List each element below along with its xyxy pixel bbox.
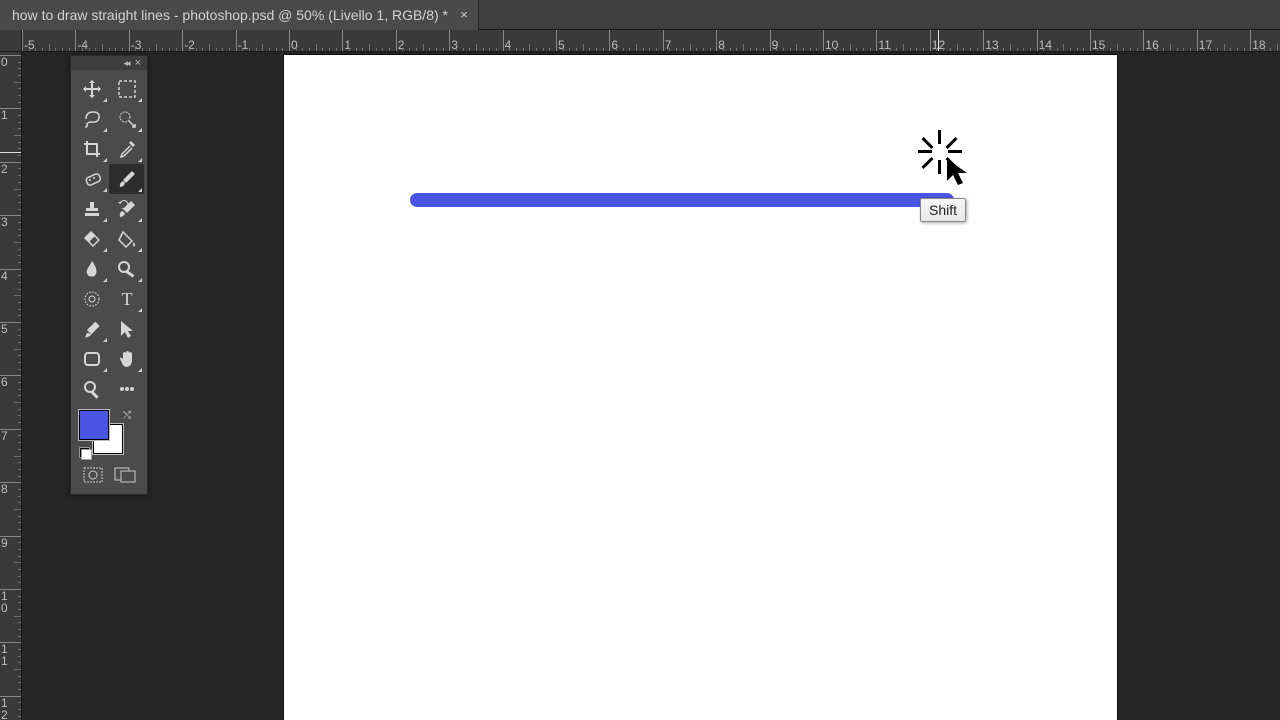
tools-panel-header: ◂◂ × bbox=[71, 56, 147, 70]
eraser-tool[interactable] bbox=[74, 224, 109, 254]
history-brush-tool[interactable] bbox=[109, 194, 144, 224]
ruler-origin-corner[interactable] bbox=[0, 30, 22, 52]
tools-panel[interactable]: ◂◂ × T ⤭ bbox=[70, 55, 148, 495]
zoom-tool[interactable] bbox=[74, 374, 109, 404]
screen-mode-icon[interactable] bbox=[110, 464, 140, 486]
crop-tool[interactable] bbox=[74, 134, 109, 164]
document-canvas[interactable] bbox=[284, 55, 1117, 720]
brush-tool[interactable] bbox=[109, 164, 144, 194]
blur-tool[interactable] bbox=[74, 254, 109, 284]
close-panel-icon[interactable]: × bbox=[135, 57, 141, 69]
quick-select-tool[interactable] bbox=[109, 104, 144, 134]
close-icon[interactable]: × bbox=[458, 9, 470, 21]
vertical-ruler[interactable]: 01234567891 01 11 21 3 bbox=[0, 52, 22, 720]
foreground-color-swatch[interactable] bbox=[79, 410, 109, 440]
dodge-tool[interactable] bbox=[109, 254, 144, 284]
default-colors-icon[interactable] bbox=[79, 447, 92, 460]
move-tool[interactable] bbox=[74, 74, 109, 104]
shape-tool[interactable] bbox=[74, 344, 109, 374]
swap-colors-icon[interactable]: ⤭ bbox=[123, 410, 131, 421]
eyedropper-tool[interactable] bbox=[109, 134, 144, 164]
hand-tool[interactable] bbox=[109, 344, 144, 374]
direct-select-tool[interactable] bbox=[109, 314, 144, 344]
document-tab-title: how to draw straight lines - photoshop.p… bbox=[12, 7, 448, 23]
path-select-tool[interactable] bbox=[74, 314, 109, 344]
bucket-tool[interactable] bbox=[109, 224, 144, 254]
shift-key-badge: Shift bbox=[920, 198, 966, 222]
collapse-panel-icon[interactable]: ◂◂ bbox=[124, 58, 129, 69]
patch-tool[interactable] bbox=[74, 164, 109, 194]
more-tools[interactable] bbox=[109, 374, 144, 404]
drawn-line-stroke bbox=[410, 193, 954, 207]
svg-text:T: T bbox=[121, 289, 132, 309]
horizontal-ruler[interactable]: -5-4-3-2-10123456789101112131415161718 bbox=[22, 30, 1280, 52]
lasso-tool[interactable] bbox=[74, 104, 109, 134]
stamp-tool[interactable] bbox=[74, 194, 109, 224]
color-swatches: ⤭ bbox=[79, 410, 139, 460]
pen-group[interactable] bbox=[74, 284, 109, 314]
canvas-workspace bbox=[22, 52, 1280, 720]
document-tab[interactable]: how to draw straight lines - photoshop.p… bbox=[0, 0, 479, 30]
document-tab-bar: how to draw straight lines - photoshop.p… bbox=[0, 0, 1280, 30]
quick-mask-icon[interactable] bbox=[78, 464, 108, 486]
marquee-tool[interactable] bbox=[109, 74, 144, 104]
type-tool[interactable]: T bbox=[109, 284, 144, 314]
